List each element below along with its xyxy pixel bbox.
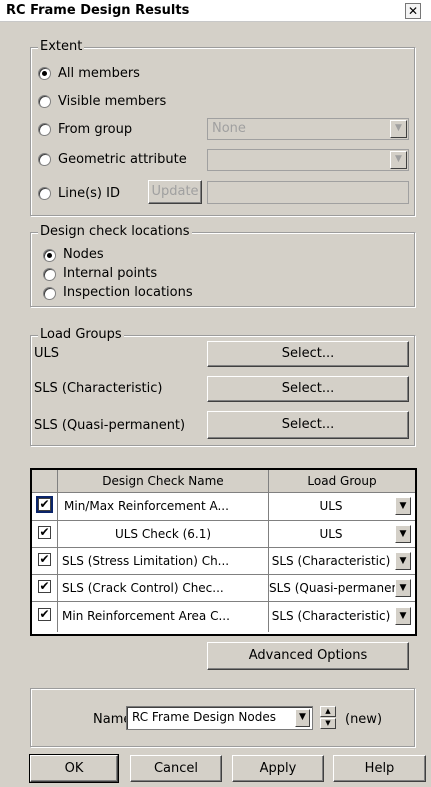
- table-row[interactable]: ✔: [32, 521, 58, 548]
- table-cell-load-group[interactable]: SLS (Quasi-permanent) ▼: [269, 575, 415, 602]
- title-bar: RC Frame Design Results ✕: [0, 0, 431, 22]
- row-checkbox[interactable]: ✔: [36, 496, 53, 513]
- from-group-value: None: [212, 121, 246, 136]
- table-header-corner: [32, 470, 58, 493]
- radio-from-group-label: From group: [58, 122, 133, 137]
- load-group-value: ULS: [319, 527, 343, 541]
- lines-id-field[interactable]: [207, 181, 409, 204]
- table-header-load-group[interactable]: Load Group: [269, 470, 415, 493]
- radio-inspection-locations-indicator[interactable]: [43, 287, 56, 300]
- load-group-label-uls: ULS: [34, 346, 60, 361]
- radio-geometric-attribute-label: Geometric attribute: [58, 152, 187, 167]
- table-cell-check-name[interactable]: SLS (Stress Limitation) Ch...: [58, 548, 269, 575]
- load-group-value: SLS (Characteristic): [271, 554, 391, 568]
- load-groups-legend: Load Groups: [38, 327, 124, 342]
- radio-internal-points-label: Internal points: [63, 266, 158, 281]
- chevron-down-icon[interactable]: ▼: [395, 497, 411, 515]
- ok-button[interactable]: OK: [29, 754, 119, 783]
- chevron-down-icon[interactable]: ▼: [395, 552, 411, 570]
- table-row[interactable]: ✔: [32, 575, 58, 602]
- load-group-label-sls-quasi-permanent: SLS (Quasi-permanent): [34, 418, 186, 433]
- table-cell-load-group[interactable]: SLS (Characteristic) ▼: [269, 602, 415, 632]
- close-icon[interactable]: ✕: [405, 3, 421, 19]
- radio-all-members[interactable]: All members: [38, 65, 238, 83]
- radio-nodes-label: Nodes: [63, 247, 104, 262]
- load-group-value: ULS: [319, 499, 343, 513]
- radio-visible-members[interactable]: Visible members: [38, 93, 238, 111]
- radio-from-group-indicator[interactable]: [38, 123, 51, 136]
- geometric-attribute-dropdown[interactable]: ▼: [207, 149, 409, 171]
- radio-nodes[interactable]: Nodes: [43, 247, 183, 263]
- radio-inspection-locations-label: Inspection locations: [63, 285, 193, 300]
- table-cell-load-group[interactable]: ULS ▼: [269, 493, 415, 521]
- radio-visible-members-indicator[interactable]: [38, 95, 51, 108]
- from-group-dropdown[interactable]: None ▼: [207, 118, 409, 140]
- help-button[interactable]: Help: [333, 755, 426, 782]
- radio-visible-members-label: Visible members: [58, 94, 167, 109]
- radio-internal-points[interactable]: Internal points: [43, 266, 203, 282]
- name-value[interactable]: RC Frame Design Nodes: [132, 710, 276, 724]
- cancel-button[interactable]: Cancel: [130, 755, 222, 782]
- table-cell-check-name[interactable]: ULS Check (6.1): [58, 521, 269, 548]
- radio-all-members-indicator[interactable]: [38, 67, 51, 80]
- radio-internal-points-indicator[interactable]: [43, 268, 56, 281]
- radio-nodes-indicator[interactable]: [43, 249, 56, 262]
- apply-button[interactable]: Apply: [232, 755, 324, 782]
- radio-all-members-label: All members: [58, 66, 140, 81]
- window-title: RC Frame Design Results: [6, 3, 190, 18]
- table-cell-check-name[interactable]: Min/Max Reinforcement A...: [58, 493, 269, 521]
- load-group-value: SLS (Characteristic): [271, 609, 391, 623]
- row-checkbox[interactable]: ✔: [38, 580, 51, 593]
- chevron-down-icon[interactable]: ▼: [395, 607, 411, 625]
- table-cell-load-group[interactable]: ULS ▼: [269, 521, 415, 548]
- spin-up-icon[interactable]: ▲: [320, 706, 336, 717]
- update-button[interactable]: Update: [148, 180, 202, 204]
- row-checkbox[interactable]: ✔: [38, 608, 51, 621]
- design-check-locations-legend: Design check locations: [38, 224, 192, 239]
- load-group-label-sls-characteristic: SLS (Characteristic): [34, 381, 163, 396]
- radio-lines-id[interactable]: Line(s) ID: [38, 185, 148, 203]
- table-header-design-check-name[interactable]: Design Check Name: [58, 470, 269, 493]
- table-row[interactable]: ✔: [32, 548, 58, 575]
- load-group-value: SLS (Quasi-permanent): [269, 581, 409, 595]
- chevron-down-icon[interactable]: ▼: [390, 120, 407, 138]
- chevron-down-icon[interactable]: ▼: [390, 151, 407, 169]
- extent-legend: Extent: [38, 39, 85, 54]
- radio-lines-id-indicator[interactable]: [38, 187, 51, 200]
- table-cell-check-name[interactable]: SLS (Crack Control) Chec...: [58, 575, 269, 602]
- radio-lines-id-label: Line(s) ID: [58, 186, 120, 201]
- table-row[interactable]: ✔: [32, 602, 58, 632]
- select-uls-button[interactable]: Select...: [207, 341, 409, 367]
- radio-from-group[interactable]: From group: [38, 121, 198, 139]
- row-checkbox[interactable]: ✔: [38, 526, 51, 539]
- select-sls-characteristic-button[interactable]: Select...: [207, 376, 409, 402]
- table-row[interactable]: ✔: [32, 493, 58, 521]
- advanced-options-button[interactable]: Advanced Options: [207, 642, 409, 670]
- chevron-down-icon[interactable]: ▼: [395, 579, 411, 597]
- table-cell-check-name[interactable]: Min Reinforcement Area C...: [58, 602, 269, 632]
- select-sls-quasi-permanent-button[interactable]: Select...: [207, 411, 409, 439]
- name-status: (new): [345, 712, 383, 727]
- table-cell-load-group[interactable]: SLS (Characteristic) ▼: [269, 548, 415, 575]
- radio-geometric-attribute[interactable]: Geometric attribute: [38, 151, 208, 169]
- chevron-down-icon[interactable]: ▼: [395, 525, 411, 543]
- spin-down-icon[interactable]: ▼: [320, 718, 336, 729]
- name-combo[interactable]: RC Frame Design Nodes ▼: [126, 706, 313, 730]
- radio-inspection-locations[interactable]: Inspection locations: [43, 285, 243, 301]
- design-checks-table: Design Check Name Load Group ✔ Min/Max R…: [30, 468, 417, 636]
- row-checkbox[interactable]: ✔: [38, 553, 51, 566]
- chevron-down-icon[interactable]: ▼: [295, 709, 310, 727]
- radio-geometric-attribute-indicator[interactable]: [38, 153, 51, 166]
